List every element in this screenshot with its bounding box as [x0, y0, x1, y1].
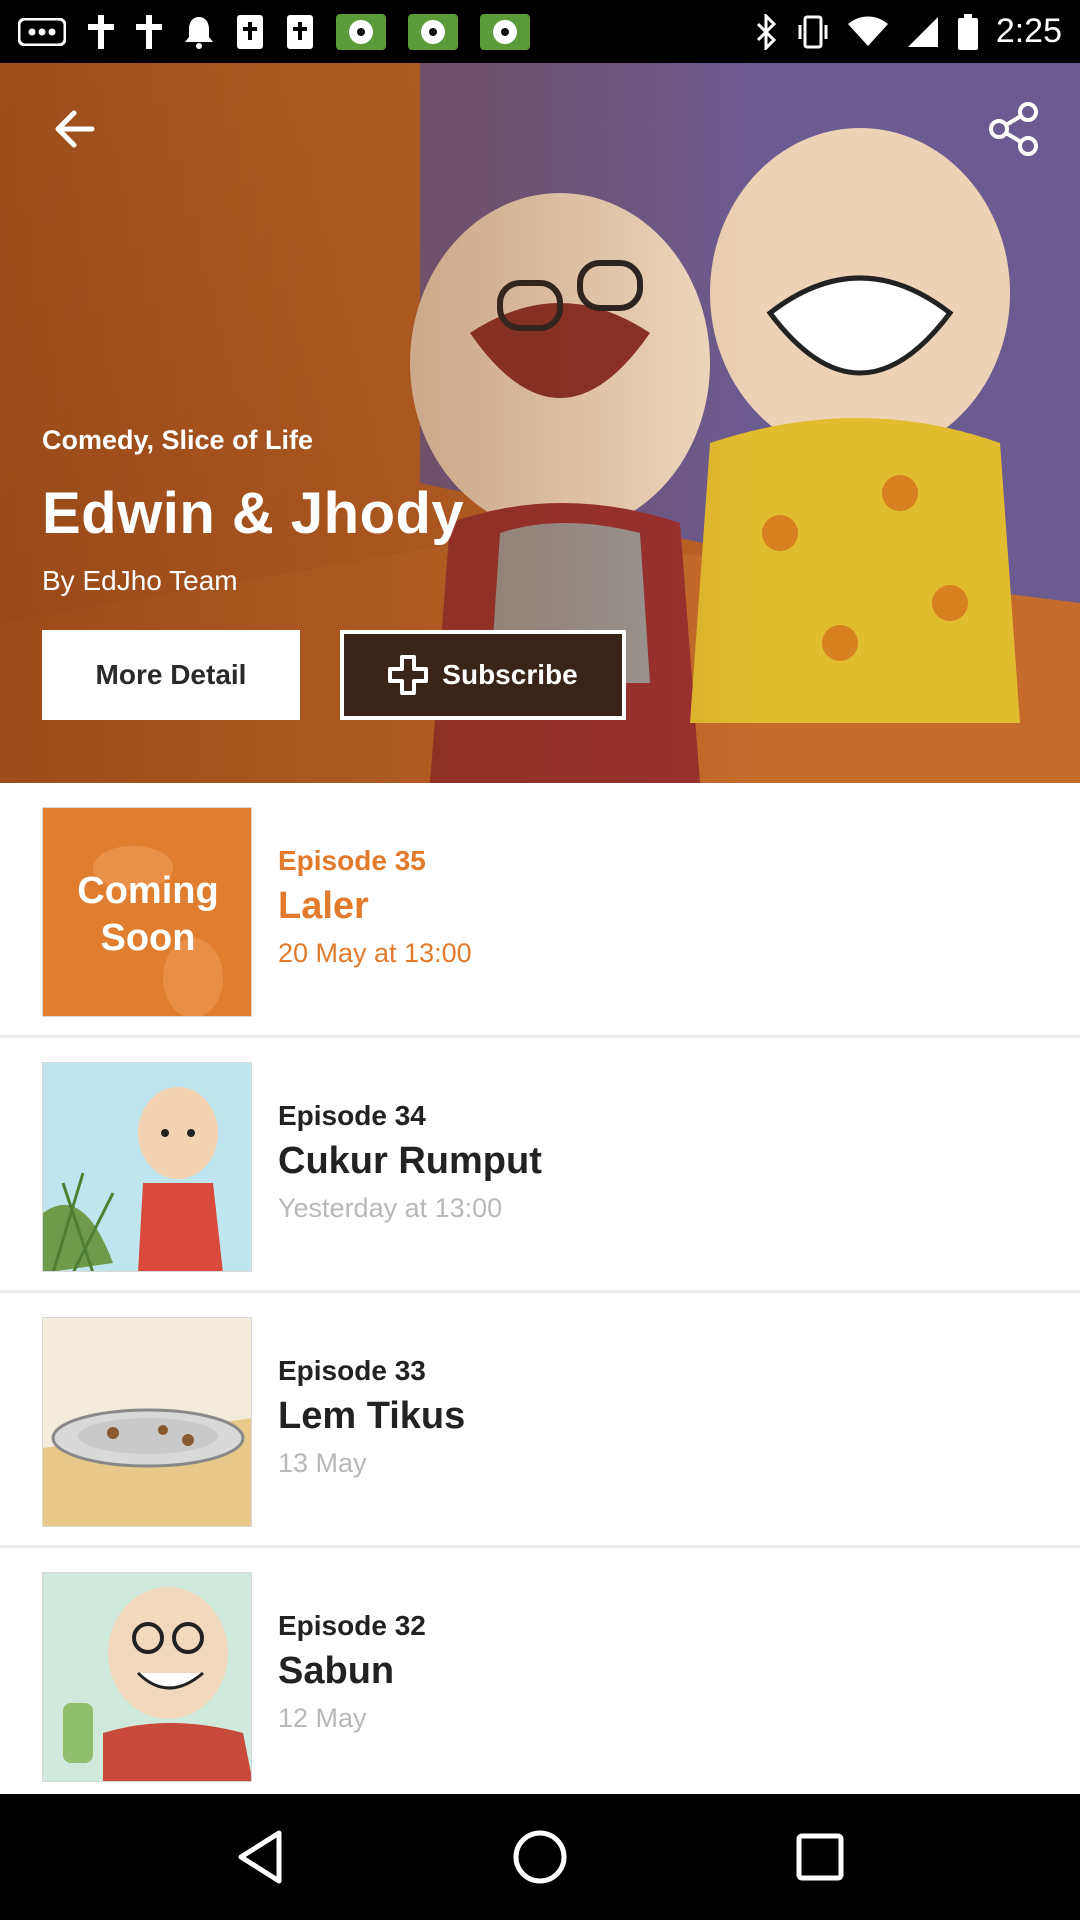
- back-button[interactable]: [46, 101, 102, 157]
- episode-title: Lem Tikus: [278, 1395, 466, 1437]
- episode-number: Episode 32: [278, 1610, 426, 1641]
- series-header: Comedy, Slice of Life Edwin & Jhody By E…: [0, 63, 1080, 783]
- episode-title: Cukur Rumput: [278, 1140, 542, 1182]
- coming-soon-line-2: Soon: [101, 917, 196, 959]
- episode-list: Coming Soon Episode 35 Laler 20 May at 1…: [0, 783, 1080, 1803]
- soccer-icon: [480, 13, 530, 50]
- signal-icon: [906, 15, 940, 49]
- episode-number: Episode 33: [278, 1355, 426, 1386]
- more-icon: [18, 17, 66, 46]
- cross-icon: [136, 14, 162, 49]
- bluetooth-icon: [756, 13, 778, 50]
- episode-title: Laler: [278, 885, 369, 927]
- genre-label: Comedy, Slice of Life: [42, 425, 314, 455]
- episode-date: 13 May: [278, 1448, 367, 1478]
- status-bar: 2:25: [0, 0, 1080, 63]
- coming-soon-line-1: Coming: [77, 870, 218, 912]
- triangle-back-icon: [238, 1830, 282, 1884]
- subscribe-button[interactable]: Subscribe: [340, 630, 626, 720]
- series-title: Edwin & Jhody: [42, 481, 465, 546]
- bible-icon: [236, 14, 264, 50]
- episode-thumbnail: [42, 1062, 252, 1272]
- episode-date: 12 May: [278, 1703, 367, 1733]
- episode-date: 20 May at 13:00: [278, 938, 472, 968]
- vibrate-icon: [796, 15, 830, 49]
- episode-thumbnail: [42, 1572, 252, 1782]
- system-icons: 2:25: [756, 12, 1062, 51]
- nav-recents-button[interactable]: [780, 1817, 860, 1897]
- episode-number: Episode 35: [278, 845, 426, 876]
- share-icon: [989, 102, 1038, 156]
- square-recents-icon: [796, 1833, 844, 1881]
- share-button[interactable]: [984, 99, 1044, 159]
- soccer-icon: [408, 13, 458, 50]
- notification-icons: [18, 13, 530, 50]
- episode-thumbnail: [42, 1317, 252, 1527]
- more-detail-button[interactable]: More Detail: [42, 630, 300, 720]
- episode-number: Episode 34: [278, 1100, 426, 1131]
- arrow-left-icon: [55, 110, 95, 148]
- episode-row[interactable]: Episode 33 Lem Tikus 13 May: [0, 1293, 1080, 1548]
- soccer-icon: [336, 13, 386, 50]
- episode-row[interactable]: Coming Soon Episode 35 Laler 20 May at 1…: [0, 783, 1080, 1038]
- nav-home-button[interactable]: [500, 1817, 580, 1897]
- system-nav-bar: [0, 1794, 1080, 1920]
- clock: 2:25: [995, 12, 1062, 50]
- episode-thumbnail: Coming Soon: [42, 807, 252, 1017]
- bell-icon: [184, 15, 214, 49]
- circle-home-icon: [513, 1830, 567, 1884]
- battery-icon: [957, 13, 978, 50]
- subscribe-label: Subscribe: [442, 659, 578, 690]
- episode-title: Sabun: [278, 1650, 395, 1692]
- episode-row[interactable]: Episode 32 Sabun 12 May: [0, 1548, 1080, 1803]
- episode-row[interactable]: Episode 34 Cukur Rumput Yesterday at 13:…: [0, 1038, 1080, 1293]
- wifi-icon: [847, 16, 888, 48]
- cross-icon: [88, 14, 114, 49]
- episode-date: Yesterday at 13:00: [278, 1193, 503, 1223]
- nav-back-button[interactable]: [220, 1817, 300, 1897]
- author-label: By EdJho Team: [42, 565, 238, 596]
- plus-icon: [388, 655, 429, 695]
- bible-icon: [286, 14, 314, 50]
